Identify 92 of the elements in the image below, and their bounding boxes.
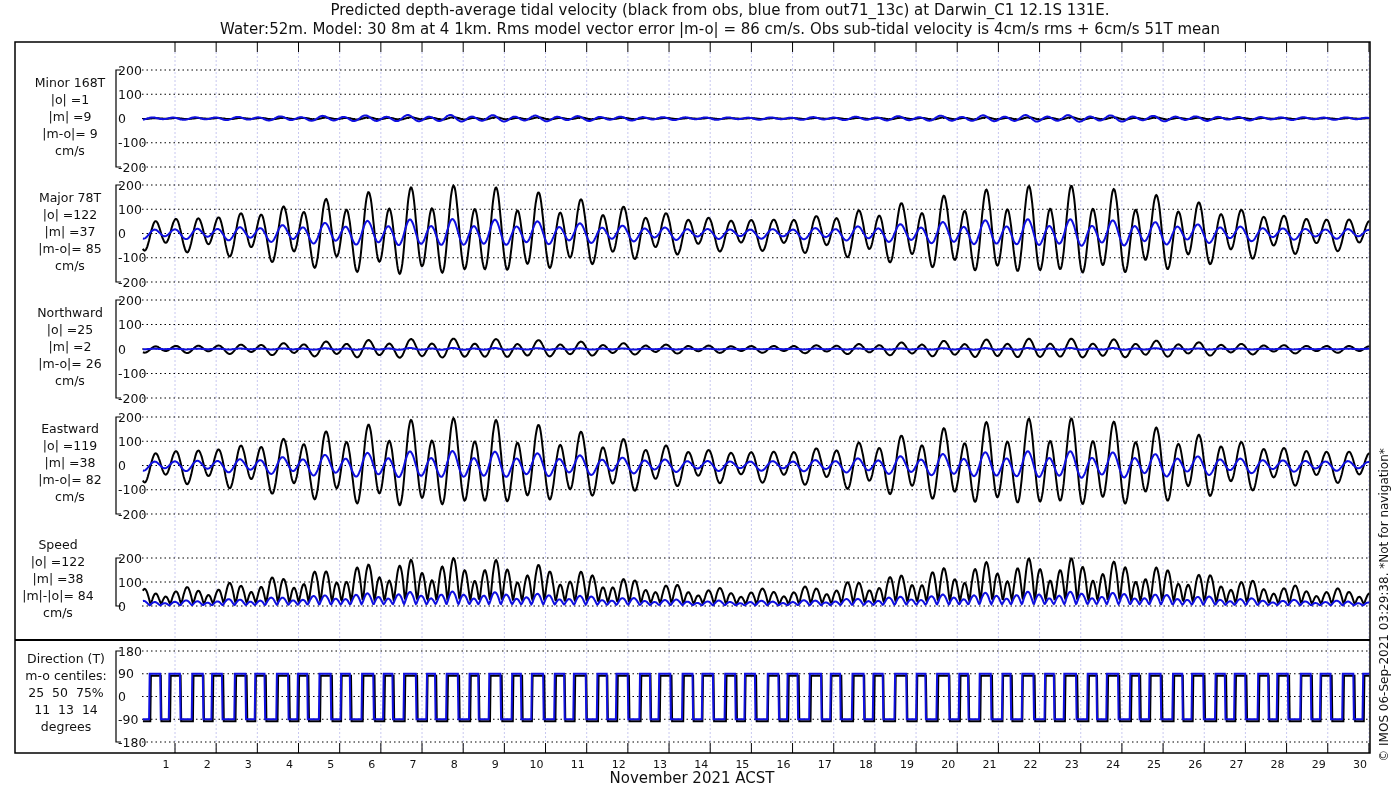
axis-tick-label: -100 (118, 250, 147, 266)
axis-tick-label: 100 (118, 574, 142, 590)
axis-tick-label: 180 (118, 643, 142, 659)
day-label: 29 (1311, 758, 1326, 771)
axis-tick-label: 100 (118, 201, 142, 217)
day-label: 6 (368, 758, 376, 771)
axis-tick-label: 0 (118, 458, 126, 473)
axis-tick-label: 0 (118, 341, 126, 357)
axis-title: November 2021 ACST (609, 769, 775, 787)
axis-tick-label: 0 (118, 111, 126, 126)
panel-label: |o| =119 (42, 438, 98, 453)
day-label: 28 (1270, 758, 1285, 771)
day-label: 25 (1147, 758, 1162, 771)
panel-label: |m| =37 (44, 224, 96, 239)
day-label: 11 (570, 758, 585, 771)
axis-tick-label: -200 (118, 274, 147, 290)
day-label: 5 (327, 758, 335, 771)
axis-tick-label: -100 (118, 135, 147, 151)
day-label: 24 (1105, 758, 1120, 771)
axis-tick-label: -100 (118, 366, 147, 381)
day-label: 23 (1064, 758, 1079, 771)
day-label: 7 (409, 758, 417, 771)
panel-label: |m-o|= 85 (38, 241, 102, 256)
axis-tick-label: -200 (118, 390, 147, 406)
panel-label: Minor 168T (34, 75, 106, 90)
copyright-notice: © IMOS 06-Sep-2021 03:29:38. *Not for navigation* (1377, 448, 1391, 762)
axis-tick-label: 200 (118, 409, 142, 425)
panel-label: Major 78T (38, 190, 102, 205)
panel-label: |m| =2 (48, 339, 92, 354)
panel-label: |m-o|= 82 (38, 472, 102, 487)
day-label: 10 (529, 758, 544, 771)
panel-label: cm/s (55, 489, 85, 504)
day-label: 21 (982, 758, 997, 771)
day-label: 15 (735, 758, 750, 771)
axis-tick-label: 200 (118, 550, 142, 566)
panel-label: |o| =122 (30, 554, 86, 569)
panel-label: Northward (37, 305, 103, 320)
panel-label: cm/s (55, 373, 85, 388)
day-label: 3 (244, 758, 252, 771)
axis-tick-label: -100 (118, 482, 147, 498)
panel-label: Speed (38, 537, 78, 552)
day-label: 13 (653, 758, 668, 771)
day-label: 30 (1352, 758, 1367, 771)
axis-tick-label: 200 (118, 292, 142, 308)
panel-label: |m| =9 (48, 109, 92, 124)
plot-title: Predicted depth-average tidal velocity (black from obs, blue from out71_13c) at Darwin_C1 12.1S 131E. (330, 1, 1110, 19)
panel-label: m-o centiles: (25, 668, 107, 683)
day-label: 27 (1229, 758, 1244, 771)
plot-title: Water:52m. Model: 30 8m at 4 1km. Rms model vector error |m-o| = 86 cm/s. Obs sub-tidal velocity is 4cm/s rms + 6cm/s 51T mean (220, 20, 1220, 38)
day-label: 20 (941, 758, 956, 771)
axis-tick-label: 0 (118, 689, 126, 704)
panel-label: cm/s (55, 143, 85, 158)
axis-tick-label: -200 (118, 159, 147, 175)
axis-tick-label: 0 (118, 226, 126, 241)
axis-tick-label: 100 (118, 86, 142, 102)
day-label: 18 (858, 758, 873, 771)
day-label: 12 (611, 758, 626, 771)
day-label: 4 (286, 758, 293, 771)
day-label: 2 (203, 758, 211, 771)
day-label: 14 (694, 758, 709, 771)
day-label: 26 (1188, 758, 1203, 771)
axis-tick-label: 200 (118, 62, 142, 78)
axis-tick-label: 0 (118, 598, 126, 614)
panel-label: Eastward (41, 421, 99, 436)
panel-label: degrees (40, 719, 92, 734)
axis-tick-label: 100 (118, 433, 142, 449)
axis-tick-label: -90 (118, 711, 139, 727)
panel-label: cm/s (43, 605, 73, 620)
panel-label: |m|-|o|= 84 (22, 588, 94, 603)
panel-label: |o| =1 (50, 92, 90, 107)
axis-tick-label: 200 (118, 177, 142, 193)
day-label: 19 (900, 758, 915, 771)
panel-label: cm/s (55, 258, 85, 273)
panel-label: 11 13 14 (34, 702, 98, 717)
axis-tick-label: 90 (118, 666, 134, 682)
panel-label: |o| =122 (42, 207, 98, 222)
panel-label: 25 50 75% (28, 685, 104, 700)
day-label: 22 (1023, 758, 1038, 771)
panel-label: |m-o|= 9 (42, 126, 98, 141)
axis-tick-label: 100 (118, 317, 142, 332)
day-label: 9 (491, 758, 499, 771)
day-label: 16 (776, 758, 791, 771)
panel-label: |o| =25 (46, 322, 94, 337)
day-label: 8 (450, 758, 458, 771)
day-label: 1 (162, 758, 170, 771)
panel-label: |m| =38 (44, 455, 96, 470)
panel-label: Direction (T) (27, 651, 105, 666)
panel-label: |m| =38 (32, 571, 84, 586)
panel-label: |m-o|= 26 (38, 356, 102, 371)
axis-tick-label: -200 (118, 506, 147, 522)
axis-tick-label: -180 (118, 734, 147, 750)
day-label: 17 (817, 758, 832, 771)
